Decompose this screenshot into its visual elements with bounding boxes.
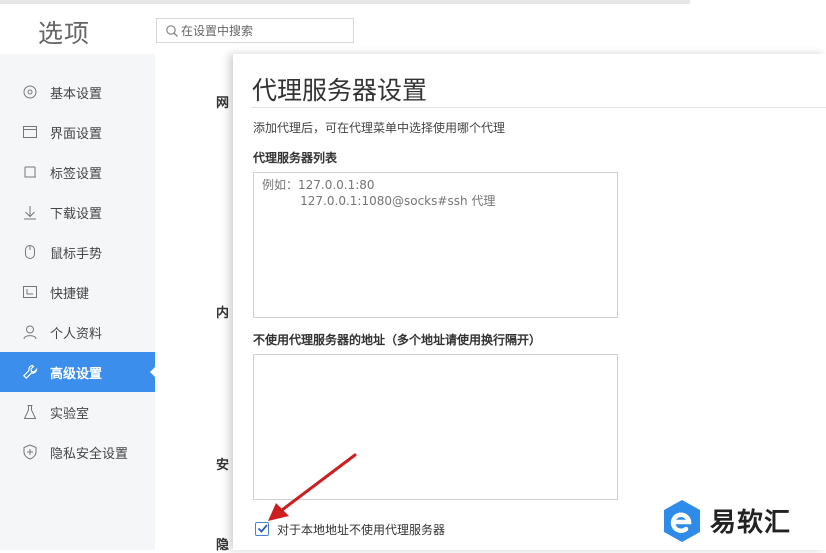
annotation-arrow-icon xyxy=(268,453,357,521)
brand-logo-icon xyxy=(664,500,700,542)
watermark-text: 易软汇 xyxy=(710,508,792,538)
watermark: 易软汇 xyxy=(660,498,826,546)
